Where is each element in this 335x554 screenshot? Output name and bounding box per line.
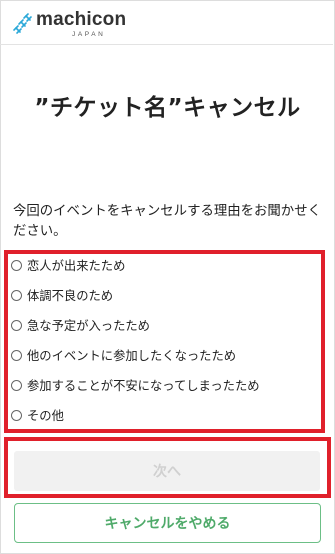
reason-option-label: 恋人が出来たため xyxy=(27,259,126,273)
stop-cancellation-button[interactable]: キャンセルをやめる xyxy=(14,503,321,543)
reason-option-illness[interactable]: 体調不良のため xyxy=(11,284,113,306)
radio-button[interactable] xyxy=(11,289,22,301)
reason-option-label: 体調不良のため xyxy=(27,289,114,303)
reason-option-other-event[interactable]: 他のイベントに参加したくなったため xyxy=(11,344,236,366)
reason-option-label: 他のイベントに参加したくなったため xyxy=(27,349,237,363)
radio-button[interactable] xyxy=(11,349,22,361)
logo-subtext: JAPAN xyxy=(72,31,106,38)
reason-option-other[interactable]: その他 xyxy=(11,404,64,426)
reason-option-label: その他 xyxy=(27,409,64,423)
page-title: ”チケット名”キャンセル xyxy=(34,95,301,121)
reason-option-label: 参加することが不安になってしまったため xyxy=(27,379,260,393)
logo-mark-icon xyxy=(13,13,32,34)
radio-button[interactable] xyxy=(11,409,22,421)
radio-button[interactable] xyxy=(11,379,22,391)
reason-option-lover[interactable]: 恋人が出来たため xyxy=(11,254,125,276)
next-button[interactable]: 次へ xyxy=(14,451,320,491)
reason-option-sudden-plans[interactable]: 急な予定が入ったため xyxy=(11,314,150,336)
radio-button[interactable] xyxy=(11,319,22,331)
logo-text: machicon xyxy=(36,9,127,30)
reason-option-anxious[interactable]: 参加することが不安になってしまったため xyxy=(11,374,260,396)
radio-button[interactable] xyxy=(11,259,22,271)
reason-prompt: 今回のイベントをキャンセルする理由をお聞かせください。 xyxy=(13,204,321,239)
reason-option-label: 急な予定が入ったため xyxy=(27,319,150,333)
header: machicon JAPAN xyxy=(0,0,333,45)
